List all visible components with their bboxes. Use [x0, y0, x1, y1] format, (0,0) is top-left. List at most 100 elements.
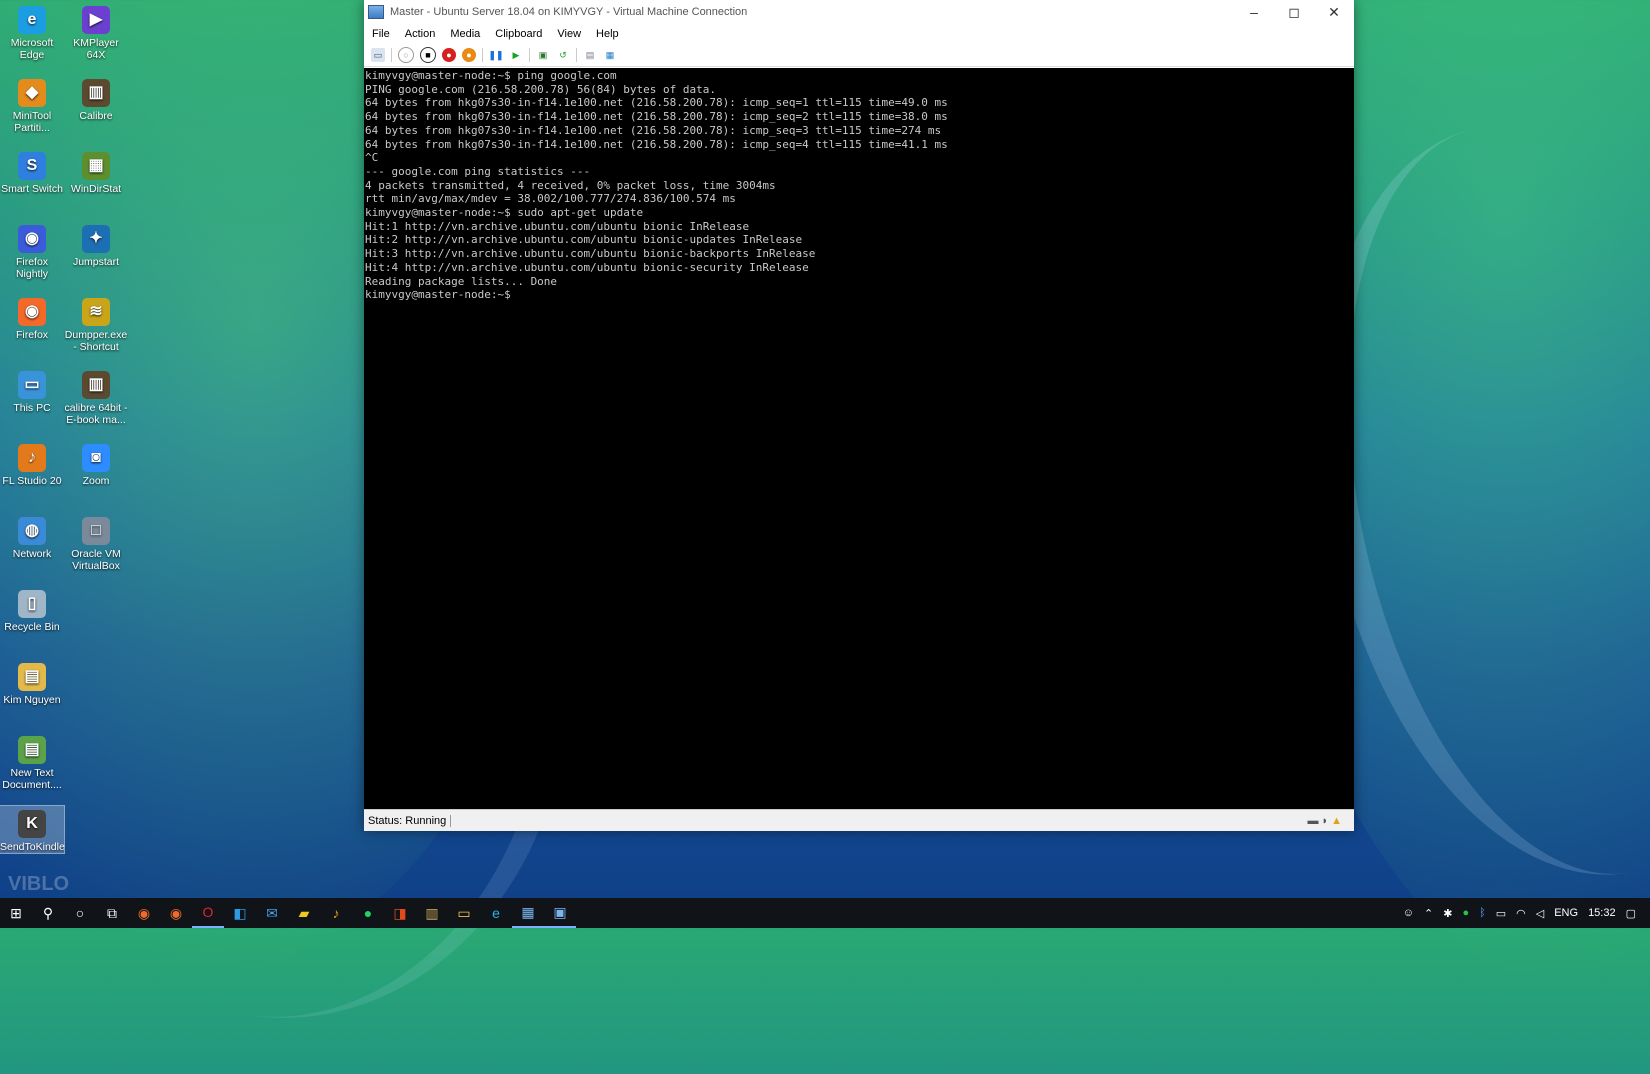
terminal-line: rtt min/avg/max/mdev = 38.002/100.777/27… [365, 192, 736, 206]
desktop-icon[interactable]: ▤ Kim Nguyen [0, 659, 64, 706]
windows-start-icon[interactable]: ⊞ [0, 898, 32, 928]
desktop-icon[interactable]: ▯ Recycle Bin [0, 586, 64, 633]
desktop-icon[interactable]: S Smart Switch [0, 148, 64, 195]
desktop-app-icon: ▦ [82, 152, 110, 180]
desktop-icon-label: This PC [13, 402, 51, 414]
clock[interactable]: 15:32 [1588, 907, 1616, 919]
desktop-icon[interactable]: ▤ New Text Document.... [0, 732, 64, 791]
menu-file[interactable]: File [372, 28, 390, 40]
checkpoint-icon[interactable]: ▣ [536, 48, 550, 62]
desktop-icon[interactable]: ▶ KMPlayer 64X [64, 2, 128, 61]
desktop-icon-label: Oracle VM VirtualBox [71, 548, 121, 572]
desktop-icon-label: Smart Switch [1, 183, 63, 195]
brave-icon[interactable]: ◉ [128, 898, 160, 928]
vscode-icon[interactable]: ◧ [224, 898, 256, 928]
toolbar-separator [529, 48, 530, 62]
desktop-icon-label: Recycle Bin [4, 621, 60, 633]
slack-icon[interactable]: ✱ [1443, 907, 1452, 920]
menu-help[interactable]: Help [596, 28, 619, 40]
vm-console[interactable]: kimyvgy@master-node:~$ ping google.com PI… [364, 68, 1354, 810]
vm-connection-taskbar-icon[interactable]: ▣ [544, 898, 576, 928]
spotify-icon[interactable]: ● [352, 898, 384, 928]
mail-icon[interactable]: ✉ [256, 898, 288, 928]
desktop-icon-label: Jumpstart [72, 256, 120, 268]
toolbar-separator [576, 48, 577, 62]
desktop-icon[interactable]: ♪ FL Studio 20 [0, 440, 64, 487]
volume-icon[interactable]: ◁ [1536, 907, 1544, 920]
terminal-line: Hit:1 http://vn.archive.ubuntu.com/ubunt… [365, 219, 750, 233]
desktop-icon-label: New Text Document.... [2, 767, 62, 791]
people-icon[interactable]: ☺ [1403, 907, 1414, 919]
save-icon[interactable]: ● [462, 48, 476, 62]
fl-studio-icon[interactable]: ♪ [320, 898, 352, 928]
enhanced-session-icon[interactable]: ▤ [583, 48, 597, 62]
hyper-v-manager-icon[interactable]: ▦ [512, 898, 544, 928]
menu-action[interactable]: Action [405, 28, 436, 40]
bluetooth-icon[interactable]: ᛒ [1479, 907, 1486, 919]
edge-icon[interactable]: e [480, 898, 512, 928]
wifi-icon[interactable]: ◠ [1516, 907, 1526, 920]
desktop-icon-label: Calibre [79, 110, 113, 122]
file-explorer-icon[interactable]: ▭ [448, 898, 480, 928]
terminal-line: Hit:3 http://vn.archive.ubuntu.com/ubunt… [365, 247, 816, 261]
start-icon[interactable]: ○ [398, 47, 414, 63]
mouse-icon: ◗ [1321, 814, 1329, 827]
desktop-icon-label: calibre 64bit - E-book ma... [64, 402, 128, 426]
battery-icon[interactable]: ▭ [1496, 907, 1506, 920]
turn-off-icon[interactable]: ■ [420, 47, 436, 63]
desktop-app-icon: ◉ [18, 298, 46, 326]
terminal-line: PING google.com (216.58.200.78) 56(84) b… [365, 82, 716, 96]
menu-media[interactable]: Media [450, 28, 480, 40]
desktop-icon[interactable]: ◆ MiniTool Partiti... [0, 75, 64, 134]
menu-bar: File Action Media Clipboard View Help [364, 24, 1354, 44]
language-indicator[interactable]: ENG [1554, 907, 1578, 919]
desktop-icon-label: WinDirStat [70, 183, 122, 195]
terminal-line: Reading package lists... Done [365, 274, 558, 288]
resume-icon[interactable]: ▶ [509, 48, 523, 62]
desktop-app-icon: ◍ [18, 517, 46, 545]
office-icon[interactable]: ◨ [384, 898, 416, 928]
desktop-icon-label: Kim Nguyen [3, 694, 61, 706]
security-icon[interactable]: ● [1462, 907, 1469, 919]
shut-down-icon[interactable]: ● [442, 48, 456, 62]
calibre-icon[interactable]: ▥ [416, 898, 448, 928]
desktop-icon[interactable]: ▥ Calibre [64, 75, 128, 122]
window-title: Master - Ubuntu Server 18.04 on KIMYVGY … [390, 6, 748, 18]
minimize-icon[interactable]: – [1234, 0, 1274, 24]
desktop-icon[interactable]: ◉ Firefox Nightly [0, 221, 64, 280]
opera-icon[interactable]: O [192, 898, 224, 928]
menu-clipboard[interactable]: Clipboard [495, 28, 542, 40]
desktop-icon[interactable]: ◙ Zoom [64, 440, 128, 487]
chevron-up-icon[interactable]: ⌃ [1424, 907, 1433, 920]
system-tray: ☺ ⌃ ✱ ● ᛒ ▭ ◠ ◁ ENG 15:32 ▢ [1398, 898, 1650, 928]
desktop-app-icon: ▥ [82, 79, 110, 107]
desktop-icon[interactable]: ✦ Jumpstart [64, 221, 128, 268]
desktop-icon[interactable]: ▦ WinDirStat [64, 148, 128, 195]
desktop-icon[interactable]: ◉ Firefox [0, 294, 64, 341]
share-icon[interactable]: ▦ [603, 48, 617, 62]
desktop-icon[interactable]: ▥ calibre 64bit - E-book ma... [64, 367, 128, 426]
ctrl-alt-del-icon[interactable]: ▭ [371, 48, 385, 62]
desktop-app-icon: K [18, 810, 46, 838]
toolbar-separator [391, 48, 392, 62]
terminal-line: --- google.com ping statistics --- [365, 164, 591, 178]
task-view-icon[interactable]: ⧉ [96, 898, 128, 928]
desktop-icon[interactable]: K SendToKindle [0, 805, 65, 854]
firefox-icon[interactable]: ◉ [160, 898, 192, 928]
menu-view[interactable]: View [557, 28, 581, 40]
desktop-app-icon: ▤ [18, 663, 46, 691]
revert-icon[interactable]: ↺ [556, 48, 570, 62]
pause-icon[interactable]: ❚❚ [488, 48, 503, 62]
title-bar[interactable]: Master - Ubuntu Server 18.04 on KIMYVGY … [364, 0, 1354, 24]
desktop-icon[interactable]: e Microsoft Edge [0, 2, 64, 61]
cortana-icon[interactable]: ○ [64, 898, 96, 928]
close-icon[interactable]: ✕ [1314, 0, 1354, 24]
search-icon[interactable]: ⚲ [32, 898, 64, 928]
notification-icon[interactable]: ▢ [1626, 907, 1636, 920]
desktop-icon[interactable]: ◍ Network [0, 513, 64, 560]
desktop-icon[interactable]: □ Oracle VM VirtualBox [64, 513, 128, 572]
sticky-notes-icon[interactable]: ▰ [288, 898, 320, 928]
desktop-icon[interactable]: ≋ Dumpper.exe - Shortcut [64, 294, 128, 353]
maximize-icon[interactable]: ◻ [1274, 0, 1314, 24]
desktop-icon[interactable]: ▭ This PC [0, 367, 64, 414]
